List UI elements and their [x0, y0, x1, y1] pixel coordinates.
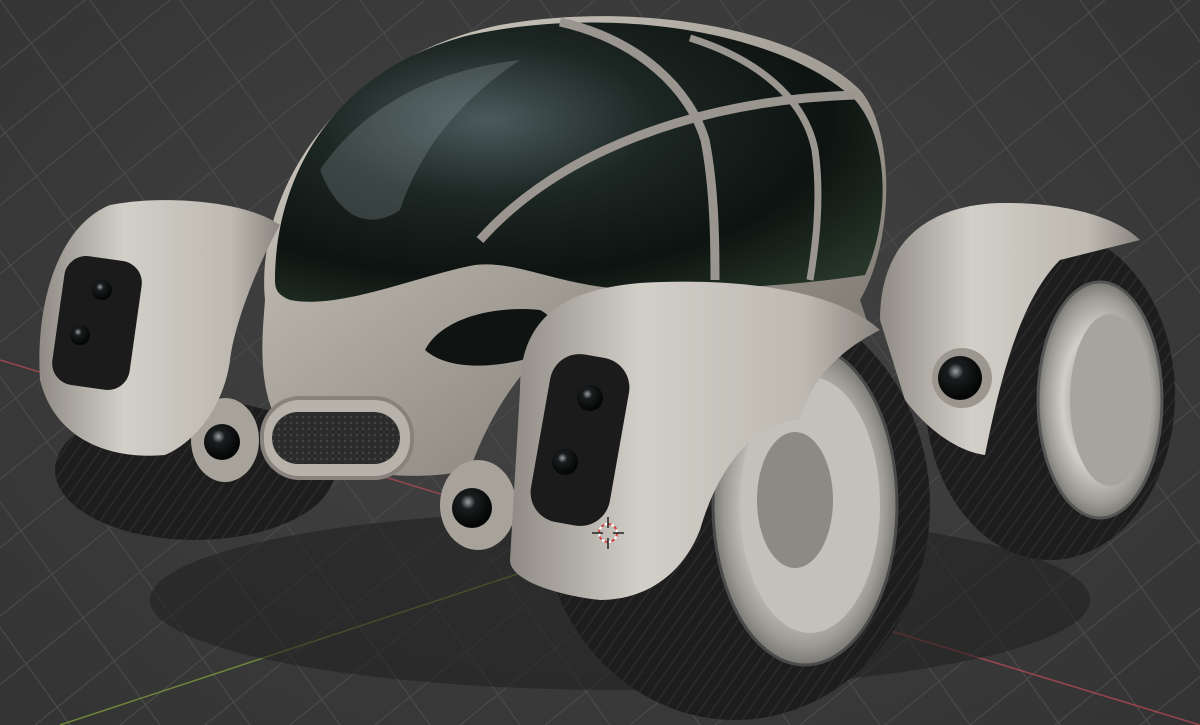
- vehicle-model[interactable]: [39, 16, 1175, 720]
- wheel-hub: [757, 432, 833, 568]
- grid-line: [1169, 0, 1200, 43]
- headlamp-right: [440, 460, 516, 550]
- 3d-viewport[interactable]: [0, 0, 1200, 725]
- viewport-canvas[interactable]: [0, 0, 1200, 725]
